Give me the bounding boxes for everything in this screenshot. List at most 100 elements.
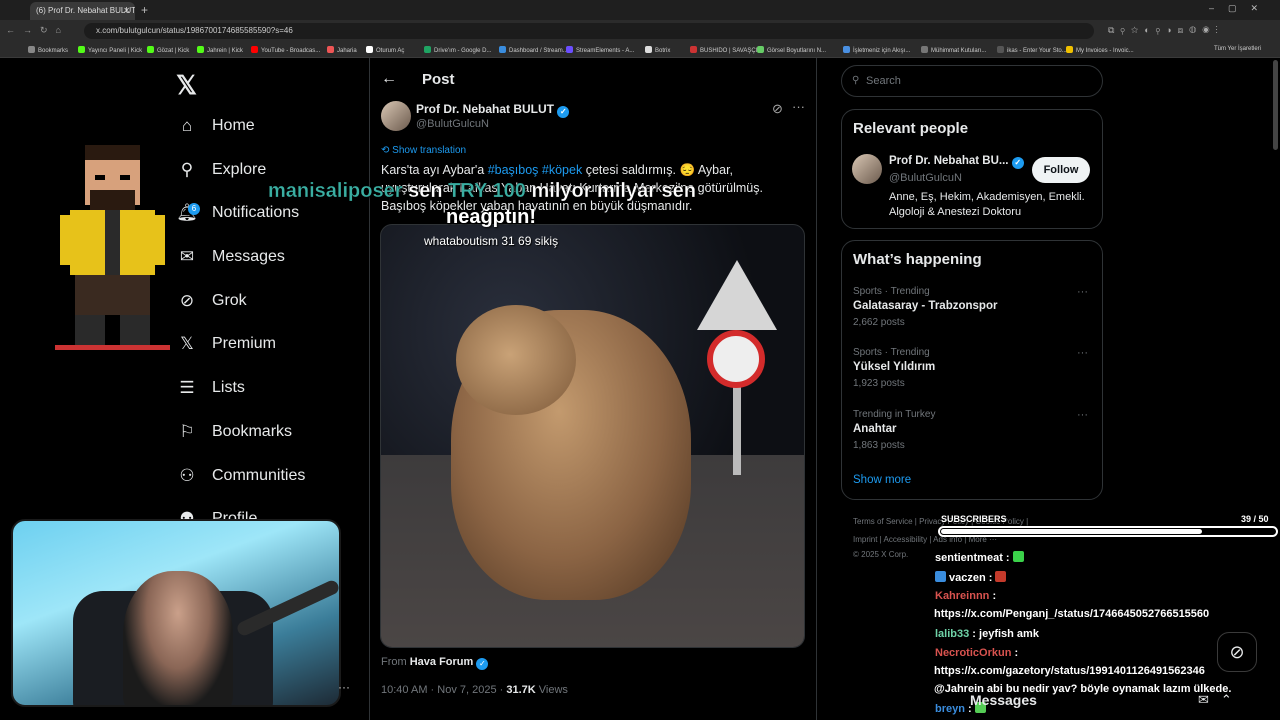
bookmark-item[interactable]: Botrix: [645, 46, 670, 54]
grok-icon[interactable]: ⊘: [772, 101, 783, 117]
nav-item-bookmarks[interactable]: ⚐ Bookmarks: [176, 417, 292, 447]
bookmark-item[interactable]: Gözat | Kick: [147, 46, 189, 54]
bookmark-item[interactable]: Yayıncı Paneli | Kick: [78, 46, 142, 54]
communities-icon: ⚇: [179, 466, 195, 485]
bookmark-label: Dashboard / Stream...: [509, 48, 568, 54]
show-more-link[interactable]: Show more: [853, 474, 911, 486]
follow-button[interactable]: Follow: [1032, 157, 1090, 183]
bookmark-item[interactable]: Görsel Boyutlarını N...: [757, 46, 826, 54]
x-logo-icon[interactable]: 𝕏: [176, 70, 197, 101]
bookmark-label: Bookmarks: [38, 48, 69, 54]
chat-username[interactable]: breyn: [935, 703, 965, 715]
post-source: From Hava Forum ✓: [381, 656, 489, 670]
url-input[interactable]: x.com/bulutgulcun/status/198670017468558…: [84, 23, 1094, 39]
chat-username[interactable]: vaczen: [949, 572, 986, 584]
chat-separator: :: [1002, 552, 1013, 564]
trend-more-icon[interactable]: ···: [1077, 347, 1088, 359]
bookmark-favicon-icon: [366, 46, 373, 53]
trend-name[interactable]: Anahtar: [853, 423, 896, 435]
back-arrow-icon[interactable]: ←: [381, 70, 397, 88]
bookmark-item[interactable]: StreamElements - A...: [566, 46, 634, 54]
all-bookmarks-folder[interactable]: Tüm Yer İşaretleri: [1214, 46, 1261, 52]
bookmark-item[interactable]: İşletmeniz için Akışı...: [843, 46, 910, 54]
post-text-part: Kars'ta ayı Aybar'a: [381, 163, 488, 177]
bookmark-label: Mühimmat Kutuları...: [931, 48, 987, 54]
nav-item-premium[interactable]: 𝕏 Premium: [176, 329, 276, 359]
bookmark-item[interactable]: Drive'ım - Google D...: [424, 46, 492, 54]
nav-item-grok[interactable]: ⊘ Grok: [176, 286, 247, 316]
browser-nav-buttons[interactable]: ←→↻⌂: [6, 25, 69, 36]
bookmark-label: Oturum Aç: [376, 48, 405, 54]
donation-text: milyor milyar sen: [525, 180, 696, 202]
nav-item-lists[interactable]: ☰ Lists: [176, 373, 245, 403]
bookmark-item[interactable]: BUSHIDO | SAVAŞÇI...: [690, 46, 762, 54]
chat-text: jeyfish amk: [979, 628, 1039, 640]
messages-drawer-title[interactable]: Messages: [970, 692, 1037, 708]
tab-close-icon[interactable]: ✕: [123, 2, 130, 20]
scrollbar[interactable]: [1273, 60, 1278, 150]
author-name-text: Prof Dr. Nebahat BULUT: [416, 102, 555, 116]
bookmark-label: Botrix: [655, 48, 671, 54]
chat-separator: :: [985, 572, 996, 584]
bookmark-item[interactable]: Jaharia: [327, 46, 357, 54]
chat-username[interactable]: Kahreinnn: [935, 590, 989, 602]
window-controls[interactable]: –▢✕: [1209, 3, 1272, 14]
bookmark-item[interactable]: Mühimmat Kutuları...: [921, 46, 986, 54]
chat-separator: :: [969, 628, 980, 640]
bookmark-item[interactable]: Bookmarks: [28, 46, 68, 54]
nav-label: Bookmarks: [212, 423, 293, 440]
bookmark-item[interactable]: My Invoices - Invoic...: [1066, 46, 1134, 54]
hashtag-link[interactable]: #başıboş: [488, 163, 539, 177]
relevant-name-text: Prof Dr. Nebahat BU...: [889, 155, 1009, 167]
browser-tab[interactable]: (6) Prof Dr. Nebahat BULUT ✕: [30, 2, 135, 20]
bookmark-item[interactable]: Dashboard / Stream...: [499, 46, 568, 54]
chat-username[interactable]: NecroticOrkun: [935, 647, 1011, 659]
post-image[interactable]: [380, 224, 805, 648]
trend-name[interactable]: Yüksel Yıldırım: [853, 361, 935, 373]
trend-name[interactable]: Galatasaray - Trabzonspor: [853, 300, 997, 312]
relevant-name[interactable]: Prof Dr. Nebahat BU... ✓: [889, 155, 1024, 169]
donation-overlay-line-3: whataboutism 31 69 sikiş: [424, 234, 559, 248]
bookmark-item[interactable]: Oturum Aç: [366, 46, 404, 54]
new-tab-icon[interactable]: +: [141, 3, 148, 17]
trend-more-icon[interactable]: ···: [1077, 286, 1088, 298]
nav-item-home[interactable]: ⌂ Home: [176, 111, 255, 141]
bookmark-favicon-icon: [28, 46, 35, 53]
author-name[interactable]: Prof Dr. Nebahat BULUT ✓: [416, 102, 570, 118]
author-avatar[interactable]: [381, 101, 411, 131]
source-name-link[interactable]: Hava Forum: [410, 656, 474, 668]
pixel-character-image: [55, 145, 170, 350]
nav-item-messages[interactable]: ✉ Messages: [176, 242, 285, 272]
nav-item-explore[interactable]: ⚲ Explore: [176, 155, 266, 185]
list-icon: ☰: [179, 378, 195, 397]
show-translation-link[interactable]: ⟲ Show translation: [381, 145, 466, 156]
messages-drawer-icons[interactable]: ✉⌃: [1198, 692, 1244, 708]
notification-badge: 6: [188, 203, 200, 215]
more-icon[interactable]: ···: [338, 680, 350, 694]
post-timestamp[interactable]: 10:40 AM · Nov 7, 2025 ·: [381, 684, 506, 696]
bookmark-favicon-icon: [197, 46, 204, 53]
donation-text: sen: [402, 180, 449, 202]
bookmark-item[interactable]: YouTube - Broadcas...: [251, 46, 320, 54]
more-icon[interactable]: ···: [792, 99, 805, 114]
hashtag-link[interactable]: #köpek: [542, 163, 582, 177]
chat-message: https://x.com/Penganj_/status/1746645052…: [934, 608, 1209, 620]
search-input[interactable]: ⚲ Search: [841, 65, 1103, 97]
author-handle[interactable]: @BulutGulcuN: [416, 118, 489, 130]
chat-username[interactable]: sentientmeat: [935, 552, 1003, 564]
relevant-avatar[interactable]: [852, 154, 882, 184]
relevant-handle[interactable]: @BulutGulcuN: [889, 172, 962, 184]
search-icon: ⚲: [180, 160, 194, 179]
chat-username[interactable]: lalib33: [935, 628, 969, 640]
grok-button[interactable]: ⊘: [1217, 632, 1257, 672]
chat-emote-icon: [995, 571, 1007, 582]
chat-text: https://x.com/Penganj_/status/1746645052…: [934, 608, 1210, 620]
nav-item-communities[interactable]: ⚇ Communities: [176, 461, 305, 491]
extension-icons[interactable]: ⧉⚲☆◐⚲◑⧈◍◉⋮: [1108, 25, 1224, 36]
bookmark-item[interactable]: ikas - Enter Your Sto...: [997, 46, 1067, 54]
chat-separator: :: [989, 590, 997, 602]
bookmark-item[interactable]: Jahrein | Kick: [197, 46, 243, 54]
chat-message: vaczen :: [935, 571, 1007, 584]
trend-more-icon[interactable]: ···: [1077, 409, 1088, 421]
donor-name: manisaliposer: [268, 180, 403, 202]
